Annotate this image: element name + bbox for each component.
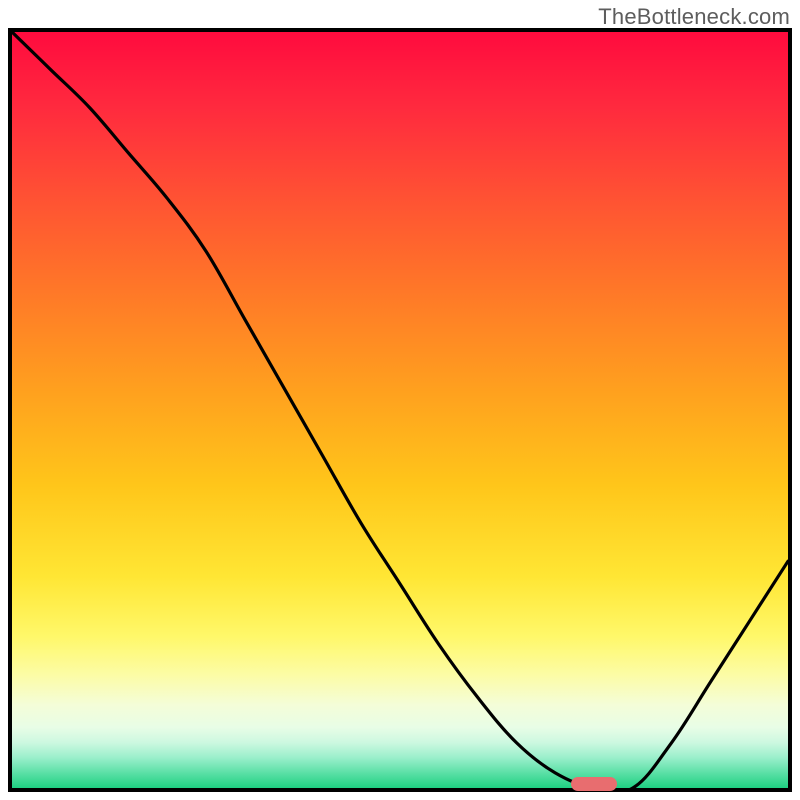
- chart-frame: [8, 28, 792, 792]
- plot-area: [12, 32, 788, 788]
- watermark-text: TheBottleneck.com: [598, 4, 790, 30]
- optimal-range-marker: [571, 777, 618, 791]
- bottleneck-curve: [12, 32, 788, 788]
